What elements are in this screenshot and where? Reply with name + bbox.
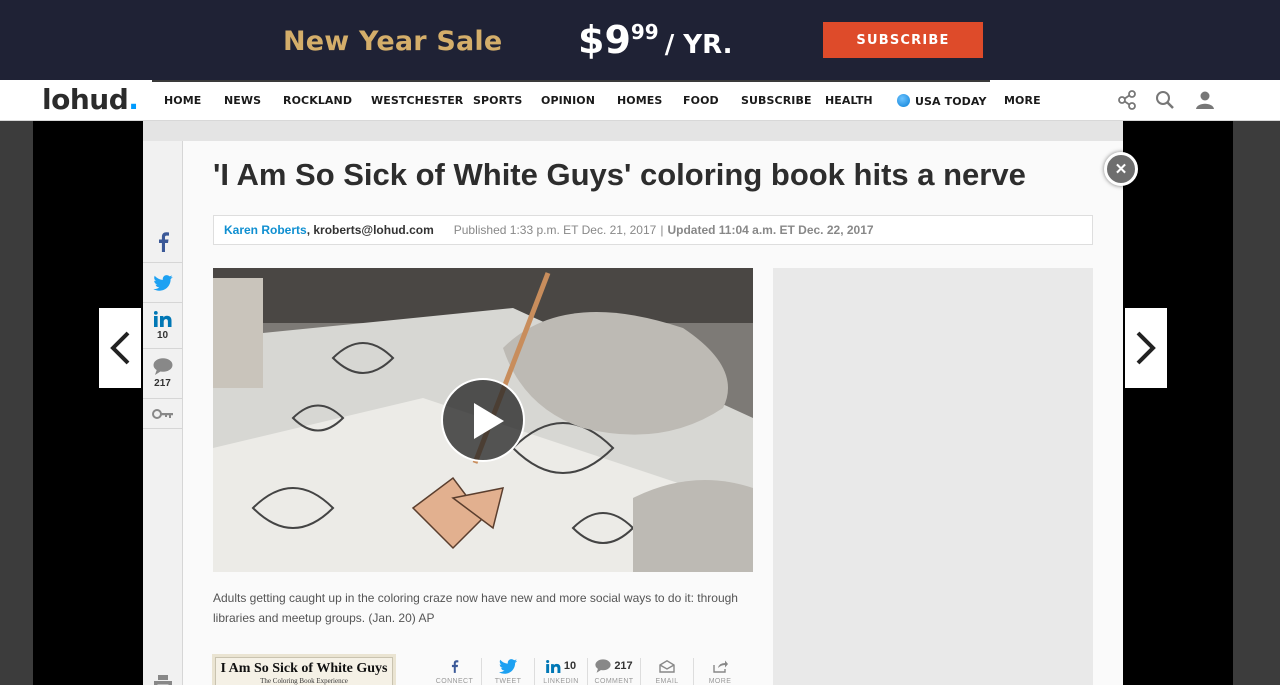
share-facebook-button[interactable]: CONNECT bbox=[428, 658, 481, 685]
nav-item-opinion[interactable]: OPINION bbox=[541, 94, 595, 107]
globe-icon bbox=[897, 94, 910, 107]
share-linkedin-button[interactable]: 10 LINKEDIN bbox=[534, 658, 587, 685]
video-caption: Adults getting caught up in the coloring… bbox=[213, 591, 738, 625]
byline-separator: | bbox=[660, 223, 664, 237]
rail-twitter-button[interactable] bbox=[143, 263, 182, 303]
nav-item-home[interactable]: HOME bbox=[164, 94, 201, 107]
article-byline: Karen Roberts, kroberts@lohud.com Publis… bbox=[213, 215, 1093, 245]
overlay-dim-right bbox=[1123, 121, 1233, 685]
close-icon: ✕ bbox=[1114, 161, 1128, 178]
rail-facebook-button[interactable] bbox=[143, 221, 182, 263]
video-player[interactable] bbox=[213, 268, 753, 572]
nav-item-more[interactable]: MORE bbox=[1004, 94, 1041, 107]
search-icon[interactable] bbox=[1155, 90, 1175, 110]
rail-linkedin-count: 10 bbox=[156, 329, 169, 341]
share-email-label: EMAIL bbox=[655, 678, 679, 685]
main-nav: lohud. HOME NEWS ROCKLAND WESTCHESTER SP… bbox=[0, 80, 1280, 121]
logo-dot: . bbox=[128, 83, 139, 116]
share-comment-count: 217 bbox=[614, 660, 633, 672]
share-more-button[interactable]: MORE bbox=[693, 658, 746, 685]
nav-item-westchester[interactable]: WESTCHESTER bbox=[371, 94, 463, 107]
linkedin-icon bbox=[153, 310, 171, 327]
rail-comment-button[interactable]: 217 bbox=[143, 349, 182, 399]
nav-top-rule bbox=[152, 80, 990, 82]
comment-icon bbox=[153, 358, 172, 375]
social-rail: 10 217 bbox=[143, 141, 183, 685]
share-toolbar: CONNECT TWEET 10 LINKEDIN 217 COMMENT EM… bbox=[428, 658, 748, 685]
rail-key-button[interactable] bbox=[143, 399, 182, 429]
book-subtitle: The Coloring Book Experience bbox=[260, 677, 348, 685]
promo-price-cents: 99 bbox=[630, 20, 659, 44]
share-comment-button[interactable]: 217 COMMENT bbox=[587, 658, 640, 685]
share-icon[interactable] bbox=[1117, 90, 1137, 110]
nav-item-homes[interactable]: HOMES bbox=[617, 94, 662, 107]
twitter-icon bbox=[152, 274, 173, 291]
overlay-dim-left bbox=[33, 121, 143, 685]
share-twitter-label: TWEET bbox=[494, 678, 522, 685]
book-title: I Am So Sick of White Guys bbox=[220, 661, 388, 676]
author-email: , kroberts@lohud.com bbox=[306, 223, 434, 237]
nav-item-rockland[interactable]: ROCKLAND bbox=[283, 94, 352, 107]
share-email-button[interactable]: EMAIL bbox=[640, 658, 693, 685]
promo-banner[interactable]: New Year Sale $999/ YR. SUBSCRIBE bbox=[0, 0, 1280, 80]
promo-sale-text: New Year Sale bbox=[283, 26, 503, 57]
promo-price-period: / YR. bbox=[664, 30, 733, 60]
rail-linkedin-button[interactable]: 10 bbox=[143, 303, 182, 349]
rail-comment-count: 217 bbox=[154, 378, 171, 389]
play-button[interactable] bbox=[441, 378, 525, 462]
key-icon bbox=[151, 408, 173, 419]
updated-date: Updated 11:04 a.m. ET Dec. 22, 2017 bbox=[667, 223, 874, 237]
chevron-right-icon bbox=[1136, 331, 1156, 365]
nav-item-sports[interactable]: SPORTS bbox=[473, 94, 522, 107]
email-icon bbox=[659, 659, 675, 673]
promo-price: $999/ YR. bbox=[578, 18, 733, 62]
logo-text: lohud bbox=[42, 83, 129, 116]
nav-item-news[interactable]: NEWS bbox=[224, 94, 261, 107]
card-top-bar bbox=[143, 121, 1123, 141]
twitter-icon bbox=[499, 658, 517, 674]
facebook-icon bbox=[451, 659, 459, 673]
more-icon bbox=[712, 660, 728, 673]
nav-item-usa-today[interactable]: USA TODAY bbox=[897, 94, 987, 108]
article-headline: 'I Am So Sick of White Guys' coloring bo… bbox=[213, 157, 1026, 192]
share-twitter-button[interactable]: TWEET bbox=[481, 658, 534, 685]
share-facebook-label: CONNECT bbox=[435, 678, 474, 685]
nav-item-usa-today-label: USA TODAY bbox=[915, 95, 987, 108]
comment-icon bbox=[595, 659, 611, 673]
book-cover-thumbnail[interactable]: I Am So Sick of White Guys The Coloring … bbox=[215, 657, 393, 685]
promo-price-dollars: $9 bbox=[578, 18, 631, 62]
linkedin-icon bbox=[545, 659, 561, 673]
print-icon[interactable] bbox=[154, 675, 172, 685]
share-linkedin-label: LINKEDIN bbox=[543, 678, 579, 685]
published-date: Published 1:33 p.m. ET Dec. 21, 2017 bbox=[453, 223, 657, 237]
nav-item-subscribe[interactable]: SUBSCRIBE bbox=[741, 94, 812, 107]
author-link[interactable]: Karen Roberts bbox=[224, 223, 307, 237]
ad-placeholder bbox=[773, 268, 1093, 685]
share-comment-label: COMMENT bbox=[594, 678, 634, 685]
next-article-button[interactable] bbox=[1125, 308, 1167, 388]
article-card: 10 217 'I Am So Sick of White Guys' colo… bbox=[143, 121, 1123, 685]
promo-subscribe-button[interactable]: SUBSCRIBE bbox=[823, 22, 983, 58]
chevron-left-icon bbox=[110, 331, 130, 365]
site-logo[interactable]: lohud. bbox=[42, 83, 139, 116]
nav-item-health[interactable]: HEALTH bbox=[825, 94, 873, 107]
share-more-label: MORE bbox=[708, 678, 732, 685]
user-icon[interactable] bbox=[1195, 90, 1215, 110]
close-button[interactable]: ✕ bbox=[1104, 152, 1138, 186]
nav-item-food[interactable]: FOOD bbox=[683, 94, 719, 107]
facebook-icon bbox=[158, 231, 169, 252]
previous-article-button[interactable] bbox=[99, 308, 141, 388]
share-linkedin-count: 10 bbox=[563, 660, 577, 672]
